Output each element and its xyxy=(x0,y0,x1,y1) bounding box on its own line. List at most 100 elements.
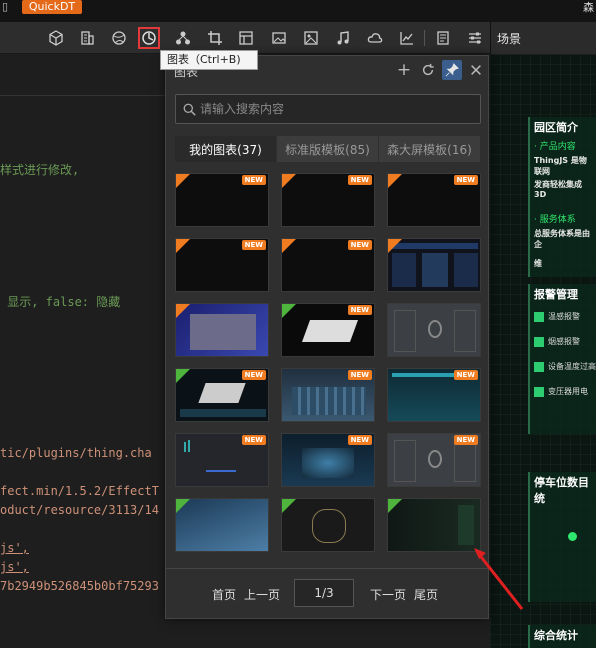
product-text: ThingJS 是物联网 xyxy=(534,156,587,176)
code-line: oduct/resource/3113/14 xyxy=(0,503,159,517)
tab-big-screen-templates[interactable]: 森大屏模板(16) xyxy=(379,136,480,162)
corner-ribbon-icon xyxy=(282,239,296,253)
building-icon[interactable] xyxy=(76,27,98,49)
annotation-arrow-icon xyxy=(474,548,524,610)
template-thumbnail[interactable]: NEW xyxy=(281,173,375,227)
service-text: 总服务体系是由企 xyxy=(534,229,590,249)
parking-title: 停车位数目统 xyxy=(534,476,589,505)
window-icon: ▯ xyxy=(2,0,9,13)
corner-ribbon-icon xyxy=(282,304,296,318)
park-intro-panel: 园区简介 · 产品内容 ThingJS 是物联网 发商轻松集成 3D · 服务体… xyxy=(528,117,596,277)
toolbar-separator xyxy=(424,30,425,46)
template-thumbnail[interactable] xyxy=(387,303,481,357)
new-badge: NEW xyxy=(453,370,478,380)
corner-ribbon-icon xyxy=(388,239,402,253)
alarm-item[interactable]: 烟感报警 xyxy=(530,329,596,354)
service-text: 维 xyxy=(534,259,542,268)
title-bar: ▯ QuickDT 森 xyxy=(0,0,596,22)
service-heading: · 服务体系 xyxy=(534,215,576,225)
new-badge: NEW xyxy=(453,435,478,445)
refresh-icon[interactable] xyxy=(418,60,438,80)
code-line: js', xyxy=(0,541,29,555)
template-thumbnail[interactable]: NEW xyxy=(387,368,481,422)
app-tab[interactable]: QuickDT xyxy=(22,0,82,14)
corner-ribbon-icon xyxy=(176,369,190,383)
page-indicator[interactable]: 1/3 xyxy=(294,579,354,607)
template-thumbnail[interactable] xyxy=(387,498,481,552)
person-icon xyxy=(534,336,544,347)
close-icon[interactable] xyxy=(466,60,486,80)
template-thumbnail[interactable]: NEW xyxy=(175,173,269,227)
next-page-link[interactable]: 下一页 xyxy=(370,586,406,603)
new-badge: NEW xyxy=(347,240,372,250)
org-tree-icon[interactable] xyxy=(172,27,194,49)
template-thumbnail[interactable]: NEW xyxy=(281,433,375,487)
tab-my-charts[interactable]: 我的图表(37) xyxy=(175,136,276,162)
template-thumbnail[interactable]: NEW xyxy=(281,238,375,292)
add-icon[interactable]: + xyxy=(394,60,414,80)
corner-ribbon-icon xyxy=(176,304,190,318)
corner-ribbon-icon xyxy=(176,239,190,253)
thumbnail-preview xyxy=(388,304,480,356)
template-thumbnail[interactable]: NEW xyxy=(387,173,481,227)
image-icon[interactable] xyxy=(268,27,290,49)
code-line: js', xyxy=(0,560,29,574)
new-badge: NEW xyxy=(241,240,266,250)
template-thumbnail[interactable]: NEW xyxy=(175,433,269,487)
template-thumbnail[interactable]: NEW xyxy=(281,368,375,422)
new-badge: NEW xyxy=(241,370,266,380)
template-thumbnail[interactable] xyxy=(387,238,481,292)
search-icon xyxy=(183,103,196,116)
prev-page-link[interactable]: 上一页 xyxy=(244,586,280,603)
new-badge: NEW xyxy=(241,435,266,445)
user-name: 森 xyxy=(583,1,594,14)
product-text: 发商轻松集成 3D xyxy=(534,180,582,199)
code-line: fect.min/1.5.2/EffectT xyxy=(0,484,159,498)
pin-icon[interactable] xyxy=(442,60,462,80)
scene-panel-header: 场景 xyxy=(490,22,596,54)
first-page-link[interactable]: 首页 xyxy=(212,586,236,603)
sliders-icon[interactable] xyxy=(464,27,486,49)
template-thumbnail[interactable] xyxy=(175,498,269,552)
template-thumbnail[interactable] xyxy=(281,498,375,552)
crop-icon[interactable] xyxy=(204,27,226,49)
alarm-item[interactable]: 变压器用电 xyxy=(530,379,596,404)
corner-ribbon-icon xyxy=(176,499,190,513)
chart-tooltip: 图表（Ctrl+B) xyxy=(160,50,258,70)
person-icon xyxy=(534,361,544,372)
code-line: 7b2949b526845b0bf75293 xyxy=(0,579,159,593)
new-badge: NEW xyxy=(347,305,372,315)
code-line: 显示, false: 隐藏 xyxy=(0,295,121,309)
document-icon[interactable] xyxy=(432,27,454,49)
new-badge: NEW xyxy=(347,175,372,185)
alarm-item[interactable]: 温感报警 xyxy=(530,304,596,329)
search-input[interactable] xyxy=(200,99,470,119)
new-badge: NEW xyxy=(241,175,266,185)
new-badge: NEW xyxy=(347,435,372,445)
line-chart-icon[interactable] xyxy=(396,27,418,49)
code-line: 样式进行修改, xyxy=(0,163,80,177)
template-thumbnail[interactable]: NEW xyxy=(175,368,269,422)
cloud-icon[interactable] xyxy=(364,27,386,49)
template-thumbnail[interactable]: NEW xyxy=(281,303,375,357)
picture-icon[interactable] xyxy=(300,27,322,49)
search-box xyxy=(175,94,481,124)
stats-panel: 综合统计 xyxy=(528,625,596,648)
template-thumbnail[interactable] xyxy=(175,303,269,357)
corner-ribbon-icon xyxy=(176,174,190,188)
pagination: 首页 上一页 1/3 下一页 尾页 xyxy=(166,568,488,618)
template-thumbnail[interactable]: NEW xyxy=(175,238,269,292)
chart-icon[interactable] xyxy=(138,27,160,49)
tab-standard-templates[interactable]: 标准版模板(85) xyxy=(277,136,378,162)
cube-icon[interactable] xyxy=(45,27,67,49)
layout-icon[interactable] xyxy=(235,27,257,49)
last-page-link[interactable]: 尾页 xyxy=(414,586,438,603)
stats-title: 综合统计 xyxy=(534,629,578,642)
alarm-item[interactable]: 设备温度过高 xyxy=(530,354,596,379)
globe-icon[interactable] xyxy=(108,27,130,49)
new-badge: NEW xyxy=(453,175,478,185)
music-icon[interactable] xyxy=(332,27,354,49)
person-icon xyxy=(534,311,544,322)
template-thumbnail[interactable]: NEW xyxy=(387,433,481,487)
code-line: tic/plugins/thing.cha xyxy=(0,446,152,460)
